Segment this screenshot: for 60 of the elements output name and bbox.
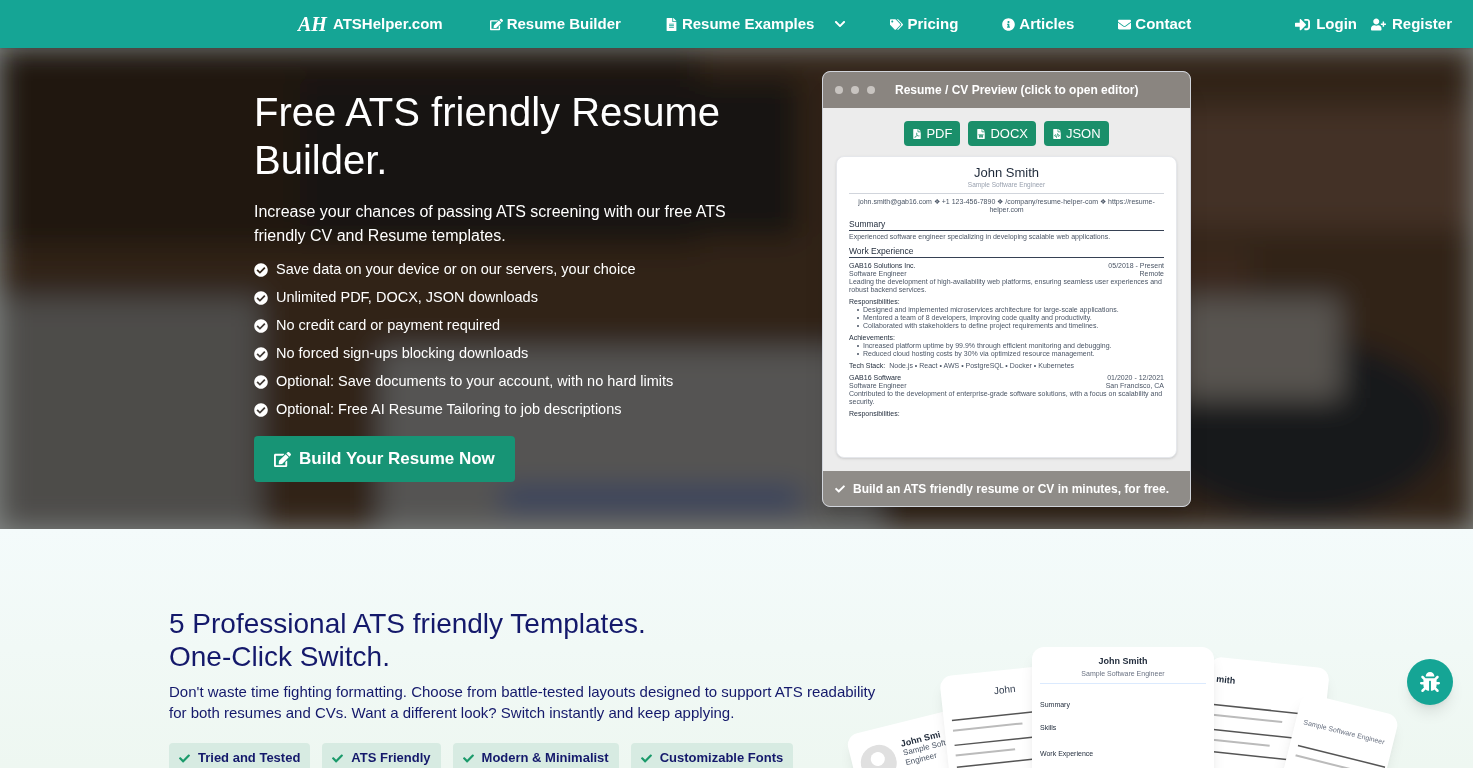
feature-text: Save data on your device or on our servers, your choice [276, 260, 636, 280]
check-icon [835, 484, 845, 494]
feature-text: Unlimited PDF, DOCX, JSON downloads [276, 288, 538, 308]
check-icon [179, 752, 190, 764]
section-text: Don't waste time fighting formatting. Choose from battle-tested layouts designed to support ATS readability for both resumes and CVs. Want a different look? Switch instantly and keep applying. [169, 682, 877, 723]
file-icon [912, 128, 923, 139]
nav-link[interactable]: Articles [1002, 12, 1075, 36]
card-name: mith [1215, 672, 1237, 688]
check-icon [462, 752, 474, 764]
footer-text: Build an ATS friendly resume or CV in minutes, for free. [853, 481, 1170, 498]
card-name: John Smith [1097, 655, 1149, 668]
file-icon [1051, 128, 1062, 139]
preview-title: Resume / CV Preview (click to open editor) [895, 82, 1139, 99]
check-icon [640, 752, 652, 764]
nav-link[interactable]: Register [1370, 12, 1452, 36]
nav-icon [1002, 17, 1016, 31]
nav-icon [489, 17, 503, 31]
section-title: 5 Professional ATS friendly Templates. [169, 607, 647, 640]
download-button[interactable]: DOCX [968, 121, 1036, 146]
nav-icon [664, 17, 678, 31]
nav-link[interactable]: Login [1295, 12, 1357, 36]
feature-text: No forced sign-ups blocking downloads [276, 344, 529, 364]
brand-link[interactable]: AH ATSHelper.com [298, 12, 443, 36]
check-icon [254, 403, 268, 417]
feature-text: No credit card or payment required [276, 316, 501, 336]
feature-text: Optional: Save documents to your account, with no hard limits [276, 372, 674, 392]
check-icon [254, 347, 268, 361]
section-title: One-Click Switch. [169, 640, 391, 673]
check-icon [254, 291, 268, 305]
nav-icon [1370, 16, 1386, 32]
feature-badge: Tried and Tested [169, 743, 311, 768]
section-heading: Summary [849, 218, 1164, 231]
preview-window[interactable] [822, 71, 1191, 507]
download-button[interactable]: JSON [1043, 121, 1109, 146]
card-name: John [993, 681, 1017, 699]
feature-badge: Modern & Minimalist [452, 743, 619, 768]
hero-subtitle: Increase your chances of passing ATS screening with our free ATS friendly CV and Resume templates. [254, 202, 727, 246]
check-icon [254, 375, 268, 389]
bug-report-button[interactable] [1407, 659, 1453, 705]
section-heading: Work Experience [849, 245, 1164, 258]
check-icon [254, 319, 268, 333]
edit-icon [274, 450, 291, 468]
hero-title: Free ATS friendly Resume Builder. [254, 89, 722, 184]
feature-badge: Customizable Fonts [630, 743, 794, 768]
check-icon [254, 263, 268, 277]
nav-icon [1295, 16, 1311, 32]
bug-icon [1420, 672, 1440, 692]
nav-link[interactable]: Resume Builder [489, 12, 621, 36]
feature-badge: ATS Friendly [322, 743, 441, 768]
nav-icon [1118, 17, 1132, 31]
resume-name: John Smith [972, 165, 1040, 181]
nav-link[interactable]: Pricing [890, 12, 959, 36]
file-icon [976, 128, 987, 139]
download-button[interactable]: PDF [904, 121, 961, 146]
feature-text: Optional: Free AI Resume Tailoring to job descriptions [276, 400, 622, 420]
nav-link[interactable]: Resume Examples [664, 12, 847, 36]
nav-icon [890, 17, 904, 31]
build-resume-button[interactable]: Build Your Resume Now [254, 436, 515, 482]
nav-link[interactable]: Contact [1118, 12, 1192, 36]
check-icon [332, 752, 344, 764]
